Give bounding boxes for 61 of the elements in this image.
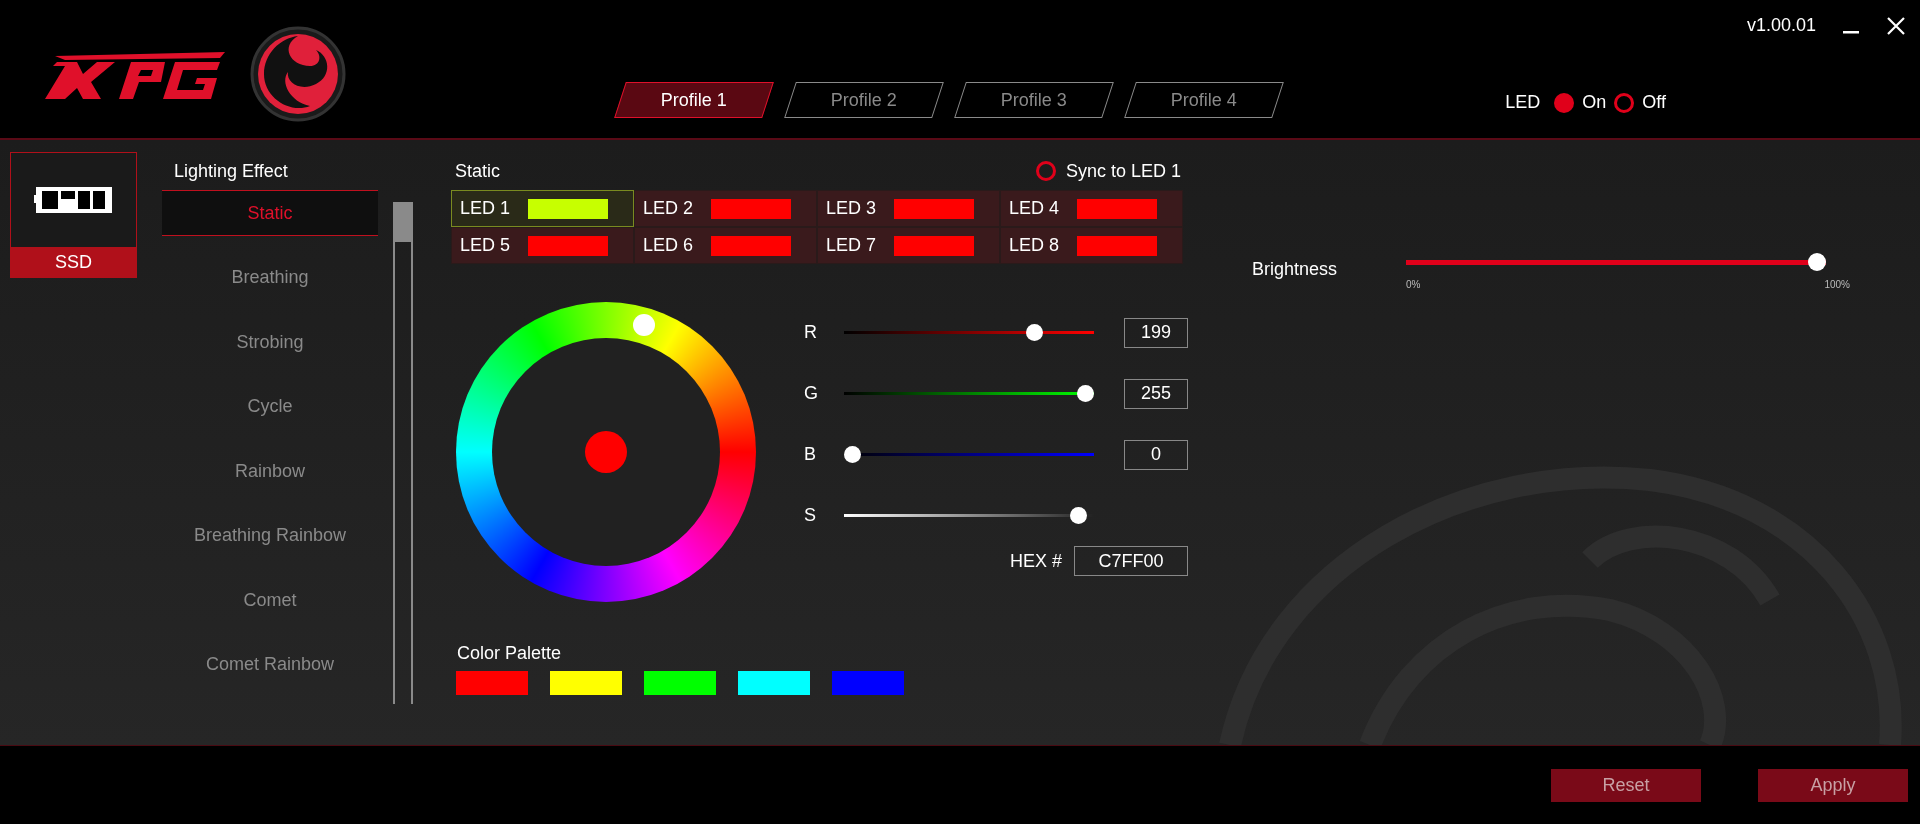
palette-swatch[interactable] — [832, 671, 904, 695]
emblem-icon — [250, 26, 346, 122]
brightness-slider[interactable] — [1406, 253, 1826, 271]
sync-radio[interactable]: Sync to LED 1 — [1035, 157, 1181, 185]
brightness-label: Brightness — [1252, 258, 1339, 281]
palette-swatch[interactable] — [550, 671, 622, 695]
led-slot[interactable]: LED 8 — [1000, 227, 1183, 264]
hex-field[interactable]: C7FF00 — [1074, 546, 1188, 576]
led-slot[interactable]: LED 5 — [451, 227, 634, 264]
effect-item[interactable]: Breathing Rainbow — [162, 512, 378, 559]
led-slot[interactable]: LED 4 — [1000, 190, 1183, 227]
slider[interactable] — [844, 446, 1094, 463]
led-slot[interactable]: LED 1 — [451, 190, 634, 227]
section-title: Static — [454, 159, 501, 183]
palette-swatch[interactable] — [738, 671, 810, 695]
led-radio[interactable]: On — [1554, 89, 1607, 116]
section-title: Color Palette — [456, 642, 563, 665]
profile-tab[interactable]: Profile 3 — [954, 82, 1114, 118]
effect-item[interactable]: Strobing — [162, 319, 378, 365]
profile-tab[interactable]: Profile 1 — [614, 82, 774, 118]
effect-item[interactable]: Static — [162, 190, 378, 236]
channel-label: R — [804, 321, 818, 344]
channel-value-field[interactable]: 255 — [1124, 378, 1188, 409]
effect-item[interactable]: Comet Rainbow — [162, 641, 378, 688]
slider[interactable] — [844, 385, 1094, 402]
channel-label: G — [804, 382, 819, 405]
brightness-thumb[interactable] — [1808, 253, 1826, 271]
effect-item[interactable]: Cycle — [162, 383, 378, 430]
section-title: Lighting Effect — [173, 160, 289, 183]
led-slot[interactable]: LED 7 — [817, 227, 1000, 264]
effect-item[interactable]: Rainbow — [162, 448, 378, 494]
channel-value-field[interactable]: 0 — [1124, 439, 1188, 470]
hex-label: HEX # — [1009, 549, 1062, 573]
profile-tab[interactable]: Profile 2 — [784, 82, 944, 118]
led-label: LED — [1505, 91, 1541, 114]
close-icon[interactable] — [1886, 15, 1906, 36]
slider-thumb[interactable] — [1025, 324, 1043, 341]
scale-max-label: 100% — [1824, 278, 1850, 292]
channel-value-field[interactable]: 199 — [1124, 317, 1188, 348]
led-radio[interactable]: Off — [1614, 89, 1666, 116]
palette-swatch[interactable] — [644, 671, 716, 695]
footer-button[interactable]: Reset — [1551, 768, 1701, 802]
slider-thumb[interactable] — [1070, 507, 1087, 524]
slider-thumb[interactable] — [1077, 385, 1094, 402]
effect-item[interactable]: Comet — [162, 577, 378, 623]
led-slot[interactable]: LED 6 — [634, 227, 817, 264]
version-text: v1.00.01 — [1746, 14, 1816, 37]
channel-label: B — [804, 443, 817, 466]
scrollbar-thumb[interactable] — [395, 202, 411, 242]
device-card[interactable]: SSD — [10, 152, 137, 278]
channel-label: S — [804, 504, 817, 527]
hue-thumb[interactable] — [633, 313, 656, 336]
scale-min-label: 0% — [1406, 278, 1421, 292]
footer-button[interactable]: Apply — [1758, 768, 1908, 802]
palette-swatch[interactable] — [456, 671, 528, 695]
led-slot[interactable]: LED 3 — [817, 190, 1000, 227]
effect-item[interactable]: Breathing — [162, 254, 378, 301]
slider[interactable] — [844, 324, 1094, 341]
led-slot[interactable]: LED 2 — [634, 190, 817, 227]
slider-thumb[interactable] — [844, 446, 861, 463]
profile-tab[interactable]: Profile 4 — [1124, 82, 1284, 118]
